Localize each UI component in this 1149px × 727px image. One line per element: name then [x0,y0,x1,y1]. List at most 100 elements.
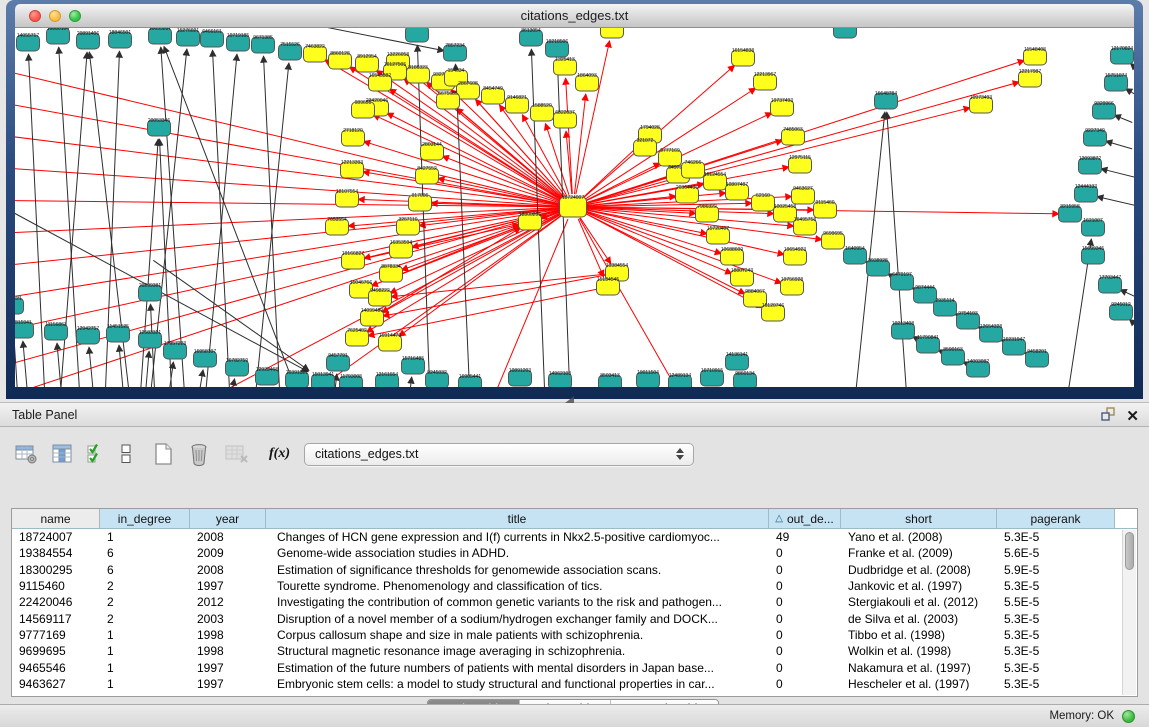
table-row[interactable]: 1456911722003Disruption of a novel membe… [12,610,1137,626]
graph-node-label: 989651 [355,100,372,106]
graph-edge[interactable] [145,351,149,387]
graph-edge[interactable] [576,41,610,195]
panel-resize-grip[interactable] [565,396,574,403]
graph-node-label: 16353594 [390,240,412,246]
graph-node-label: 12161654 [376,372,398,378]
table-cell: 2008 [190,530,266,544]
network-canvas[interactable]: 1405571719880104208914061884650110655287… [15,28,1134,387]
graph-edge[interactable] [255,63,289,387]
graph-node-label: 9860134 [735,371,755,377]
graph-node-label: 8860128 [330,51,350,57]
network-graph[interactable]: 1405571719880104208914061884650110655287… [15,28,1134,387]
graph-edge[interactable] [205,54,237,387]
graph-edge[interactable] [164,46,299,387]
network-view-window[interactable]: citations_edges.txt 14055717198801042089… [6,0,1143,399]
graph-edge[interactable] [1106,141,1133,149]
graph-edge[interactable] [15,166,560,206]
table-cell: Genome-wide association studies in ADHD. [266,546,769,560]
column-header-year[interactable]: year [190,509,266,528]
graph-node-label: 8878334 [381,264,401,270]
graph-edge[interactable] [23,341,28,387]
table-vertical-scrollbar[interactable] [1122,530,1136,695]
graph-node-label: 12923468 [256,367,278,373]
graph-node-label: 3315941 [15,320,32,326]
graph-node-label: 18724007 [562,195,584,201]
graph-edge[interactable] [15,131,560,205]
graph-edge[interactable] [410,377,412,387]
table-toolbar: f(x) citations_edges.txt [14,441,694,467]
graph-edge[interactable] [575,94,586,194]
graph-node-label: 8427552 [417,166,437,172]
graph-edge[interactable] [15,63,560,204]
graph-node-label: 19166827 [342,251,364,257]
column-header-out_de[interactable]: △out_de... [769,509,841,528]
float-panel-icon[interactable] [1100,406,1116,427]
graph-node-label: 2803144 [422,142,442,148]
column-header-short[interactable]: short [841,509,997,528]
delete-table-icon[interactable] [187,442,211,466]
graph-edge[interactable] [15,211,561,376]
table-row[interactable]: 2242004622012Investigating the contribut… [12,594,1137,610]
graph-edge[interactable] [456,108,563,199]
table-cell: Yano et al. (2008) [841,530,997,544]
table-cell: 18724007 [12,530,100,544]
graph-node-label: 16905441 [459,374,481,380]
new-table-icon[interactable] [152,442,174,466]
node-table: namein_degreeyeartitle△out_de...shortpag… [11,508,1138,697]
graph-node-label: 7653554 [327,217,347,223]
column-header-in_degree[interactable]: in_degree [100,509,190,528]
graph-edge[interactable] [579,218,694,387]
row-height-icon[interactable] [119,443,133,465]
table-cell: Jankovic et al. (1997) [841,579,997,593]
memory-status-icon[interactable] [1122,710,1135,723]
function-builder-icon[interactable]: f(x) [269,446,290,462]
close-panel-icon[interactable]: ✕ [1126,408,1139,426]
table-row[interactable]: 977716911998Corpus callosum shape and si… [12,627,1137,643]
table-cell: 1 [100,628,190,642]
graph-edge[interactable] [417,45,430,387]
column-header-pagerank[interactable]: pagerank [997,509,1115,528]
graph-node-label: 10807487 [726,182,748,188]
graph-node-label: 11548408 [1024,47,1046,53]
table-selector-dropdown[interactable]: citations_edges.txt [304,443,694,466]
graph-node[interactable] [601,28,624,38]
table-cell: 9465546 [12,661,100,675]
graph-edge[interactable] [1114,115,1132,122]
graph-node-label: 13226058 [387,52,409,58]
table-row[interactable]: 1938455462009Genome-wide association stu… [12,545,1137,561]
table-row[interactable]: 911546021997Tourette syndrome. Phenomeno… [12,578,1137,594]
graph-node-label: 19218506 [546,39,568,45]
graph-node-label: 1588520 [532,103,552,109]
scrollbar-thumb[interactable] [1125,532,1134,570]
graph-node-label: 12489134 [669,373,691,379]
column-visibility-icon[interactable] [51,443,73,465]
graph-edge[interactable] [1120,290,1134,297]
table-row[interactable]: 1872400712008Changes of HCN gene express… [12,529,1137,545]
graph-edge[interactable] [1101,169,1134,177]
graph-edge[interactable] [557,60,570,387]
graph-edge[interactable] [89,347,94,387]
row-selection-icon[interactable] [86,443,106,465]
graph-edge[interactable] [213,50,230,387]
column-header-name[interactable]: name [12,509,100,528]
graph-edge[interactable] [199,370,203,387]
graph-node-label: 17957223 [164,341,186,347]
column-header-title[interactable]: title [266,509,769,528]
graph-node[interactable] [834,28,857,38]
table-cell: de Silva et al. (2003) [841,612,997,626]
table-row[interactable]: 1830029562008Estimation of significance … [12,562,1137,578]
graph-node-label: 15716485 [402,356,424,362]
graph-node-label: 15699345 [1082,246,1104,252]
graph-edge[interactable] [373,115,561,202]
graph-edge[interactable] [1097,197,1134,206]
graph-edge[interactable] [484,219,568,387]
table-settings-icon[interactable] [14,443,38,465]
table-row[interactable]: 946554611997Estimation of the future num… [12,659,1137,675]
graph-edge[interactable] [119,345,124,387]
graph-edge[interactable] [887,112,907,387]
graph-edge[interactable] [161,47,185,387]
network-window-titlebar[interactable]: citations_edges.txt [15,4,1134,28]
table-row[interactable]: 946362711997Embryonic stem cells: a mode… [12,676,1137,692]
graph-node-label: 12217987 [1019,69,1041,75]
table-row[interactable]: 969969511998Structural magnetic resonanc… [12,643,1137,659]
